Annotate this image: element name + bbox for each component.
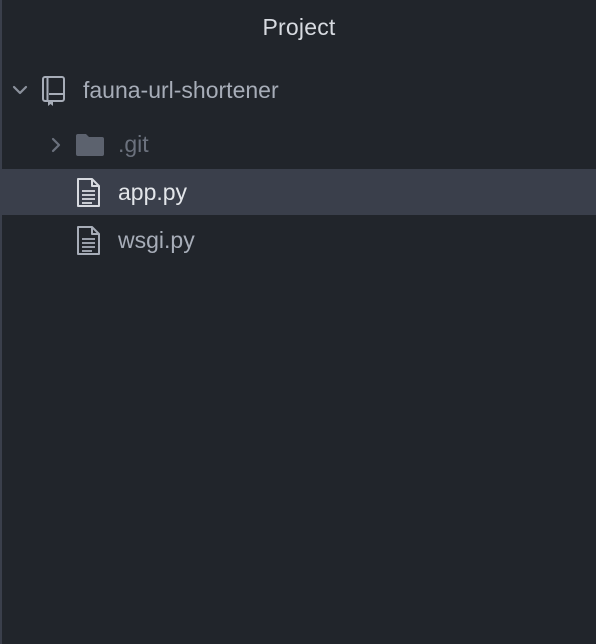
folder-icon	[76, 134, 104, 156]
tree-item-label: .git	[118, 131, 149, 157]
tree-root-row[interactable]: fauna-url-shortener	[2, 67, 596, 113]
tree-item-label: wsgi.py	[118, 227, 195, 253]
project-panel: Project fauna-url-shortener .git app.py …	[0, 0, 596, 644]
tree-item-wsgi-py[interactable]: wsgi.py	[2, 217, 596, 263]
chevron-right-icon[interactable]	[47, 136, 65, 154]
tree-item-label: app.py	[118, 179, 188, 205]
chevron-down-icon[interactable]	[11, 81, 29, 99]
repo-icon	[42, 76, 65, 106]
tree-item-app-py[interactable]: app.py	[2, 169, 596, 215]
file-text-icon	[77, 178, 100, 207]
tree-item-git[interactable]: .git	[2, 121, 596, 167]
tree-root-label: fauna-url-shortener	[83, 77, 279, 103]
file-text-icon	[77, 226, 100, 255]
panel-title: Project	[262, 14, 336, 40]
